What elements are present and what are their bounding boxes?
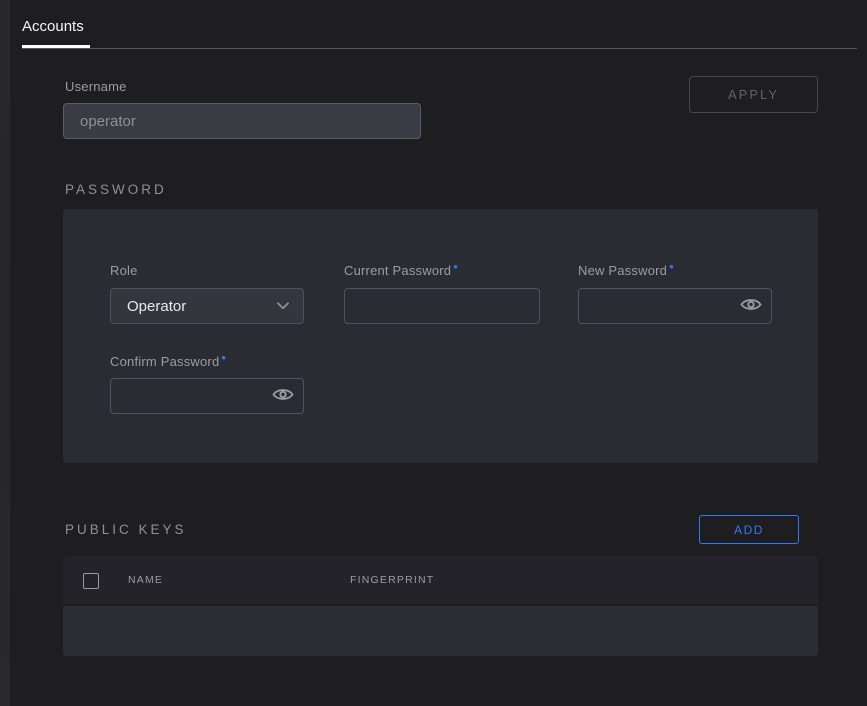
tab-accounts[interactable]: Accounts [22,18,84,35]
column-header-name: NAME [128,574,163,586]
username-label: Username [65,79,127,94]
new-password-visibility-toggle[interactable] [739,297,763,315]
confirm-password-visibility-toggle[interactable] [271,387,295,405]
new-password-field-wrap [578,288,772,324]
role-selected-value: Operator [127,298,186,315]
chevron-down-icon [277,297,289,315]
eye-icon [740,297,762,315]
required-marker: • [221,350,226,365]
table-header-row: NAME FINGERPRINT [63,556,818,606]
eye-icon [272,387,294,405]
add-public-key-button[interactable]: ADD [699,515,799,544]
required-marker: • [669,259,674,274]
password-panel: Role Operator Current Password• New Pass… [63,209,818,463]
role-label: Role [110,263,138,278]
accounts-settings-page: Accounts Username APPLY PASSWORD Role Op… [0,0,867,706]
required-marker: • [453,259,458,274]
current-password-label: Current Password• [344,263,458,278]
confirm-password-label: Confirm Password• [110,354,226,369]
confirm-password-field-wrap [110,378,304,414]
table-empty-row [63,606,818,656]
background-strip [0,0,10,706]
current-password-label-text: Current Password [344,263,451,278]
select-all-checkbox[interactable] [83,573,99,589]
public-keys-table: NAME FINGERPRINT [63,556,818,656]
new-password-label-text: New Password [578,263,667,278]
confirm-password-label-text: Confirm Password [110,354,219,369]
username-input[interactable] [63,103,421,139]
column-header-fingerprint: FINGERPRINT [350,574,434,586]
apply-button[interactable]: APPLY [689,76,818,113]
tab-bar-divider [22,48,857,49]
main-panel: Accounts Username APPLY PASSWORD Role Op… [10,0,867,706]
current-password-input[interactable] [344,288,540,324]
new-password-label: New Password• [578,263,674,278]
current-password-field-wrap [344,288,540,324]
role-select[interactable]: Operator [110,288,304,324]
password-section-title: PASSWORD [65,182,167,197]
public-keys-section-title: PUBLIC KEYS [65,522,187,537]
